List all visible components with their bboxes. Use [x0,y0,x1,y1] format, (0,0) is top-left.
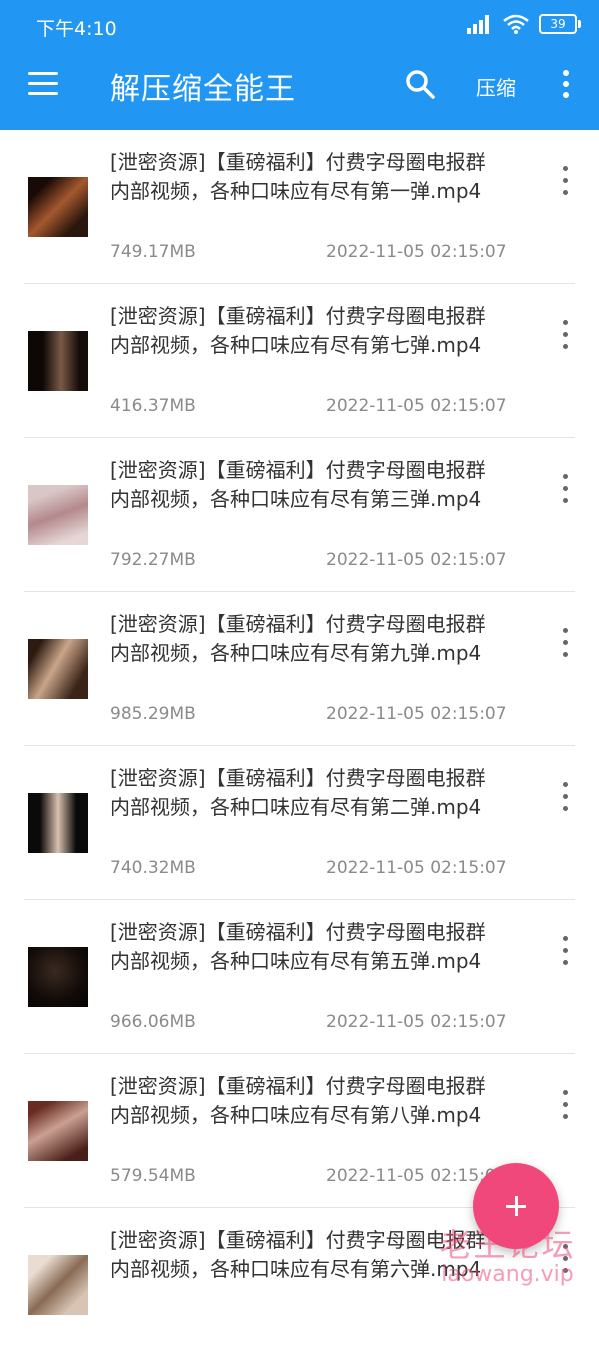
more-vert-icon[interactable] [558,628,574,662]
file-size: 740.32MB [110,858,196,878]
wifi-icon [503,14,529,34]
add-button[interactable] [473,1163,559,1249]
file-size: 985.29MB [110,704,196,724]
list-item[interactable]: [泄密资源]【重磅福利】付费字母圈电报群内部视频，各种口味应有尽有第五弹.mp4… [0,900,599,1054]
more-vert-icon[interactable] [558,936,574,970]
list-item[interactable]: [泄密资源]【重磅福利】付费字母圈电报群内部视频，各种口味应有尽有第一弹.mp4… [0,130,599,284]
file-size: 749.17MB [110,242,196,262]
file-name: [泄密资源]【重磅福利】付费字母圈电报群内部视频，各种口味应有尽有第六弹.mp4 [110,1228,486,1281]
video-thumbnail [28,1255,88,1315]
more-vert-icon[interactable] [558,166,574,200]
list-item[interactable]: [泄密资源]【重磅福利】付费字母圈电报群内部视频，各种口味应有尽有第二弹.mp4… [0,746,599,900]
app-title: 解压缩全能王 [110,72,296,107]
video-thumbnail [28,485,88,545]
video-thumbnail [28,639,88,699]
app-bar: 下午4:10 39 解压缩全能王 压缩 [0,0,599,130]
more-vert-icon[interactable] [558,474,574,508]
file-date: 2022-11-05 02:15:07 [326,858,507,878]
compress-button[interactable]: 压缩 [476,72,516,101]
file-name: [泄密资源]【重磅福利】付费字母圈电报群内部视频，各种口味应有尽有第七弹.mp4 [110,304,486,357]
more-vert-icon[interactable] [558,70,574,100]
status-time: 下午4:10 [36,18,117,40]
list-item[interactable]: [泄密资源]【重磅福利】付费字母圈电报群内部视频，各种口味应有尽有第九弹.mp4… [0,592,599,746]
file-date: 2022-11-05 02:15:07 [326,396,507,416]
list-item[interactable]: [泄密资源]【重磅福利】付费字母圈电报群内部视频，各种口味应有尽有第三弹.mp4… [0,438,599,592]
file-date: 2022-11-05 02:15:07 [326,242,507,262]
file-name: [泄密资源]【重磅福利】付费字母圈电报群内部视频，各种口味应有尽有第一弹.mp4 [110,150,486,203]
battery-icon: 39 [539,14,581,34]
more-vert-icon[interactable] [558,1244,574,1278]
file-date: 2022-11-05 02:15:07 [326,550,507,570]
file-name: [泄密资源]【重磅福利】付费字母圈电报群内部视频，各种口味应有尽有第九弹.mp4 [110,612,486,665]
more-vert-icon[interactable] [558,320,574,354]
more-vert-icon[interactable] [558,782,574,816]
video-thumbnail [28,947,88,1007]
list-item[interactable]: [泄密资源]【重磅福利】付费字母圈电报群内部视频，各种口味应有尽有第七弹.mp4… [0,284,599,438]
search-icon[interactable] [404,68,436,100]
more-vert-icon[interactable] [558,1090,574,1124]
video-thumbnail [28,793,88,853]
file-size: 416.37MB [110,396,196,416]
menu-icon[interactable] [28,72,58,96]
video-thumbnail [28,331,88,391]
status-bar: 下午4:10 39 [0,0,599,52]
file-date: 2022-11-05 02:15:07 [326,704,507,724]
file-size: 792.27MB [110,550,196,570]
file-name: [泄密资源]【重磅福利】付费字母圈电报群内部视频，各种口味应有尽有第五弹.mp4 [110,920,486,973]
file-name: [泄密资源]【重磅福利】付费字母圈电报群内部视频，各种口味应有尽有第八弹.mp4 [110,1074,486,1127]
video-thumbnail [28,1101,88,1161]
file-date: 2022-11-05 02:15:07 [326,1012,507,1032]
file-name: [泄密资源]【重磅福利】付费字母圈电报群内部视频，各种口味应有尽有第二弹.mp4 [110,766,486,819]
file-size: 579.54MB [110,1166,196,1186]
signal-icon [467,14,493,34]
status-icons: 39 [467,14,581,34]
toolbar: 解压缩全能王 压缩 [0,52,599,130]
file-name: [泄密资源]【重磅福利】付费字母圈电报群内部视频，各种口味应有尽有第三弹.mp4 [110,458,486,511]
file-size: 966.06MB [110,1012,196,1032]
video-thumbnail [28,177,88,237]
